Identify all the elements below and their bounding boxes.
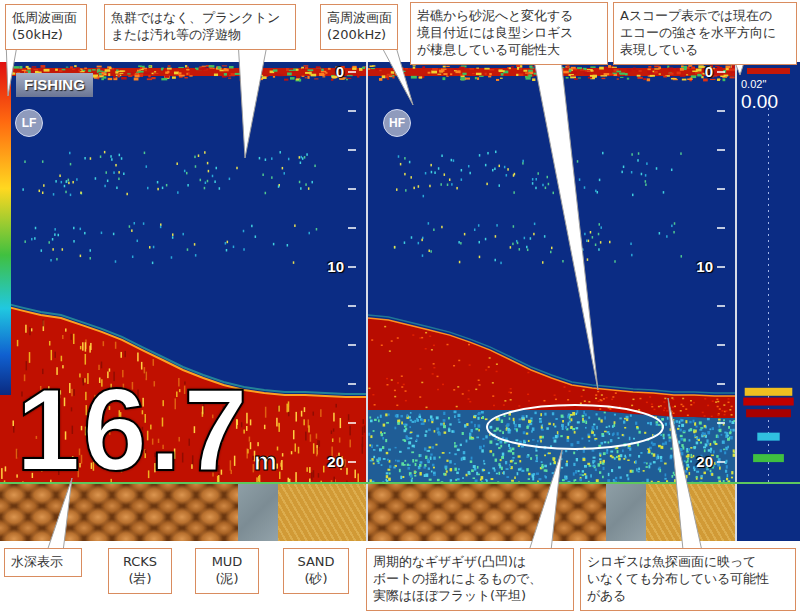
- callout-line: Aスコープ表示では現在の: [620, 8, 790, 25]
- rocks-segment: [368, 484, 606, 541]
- a-scope-axis: [768, 102, 769, 482]
- a-scope-surface: [747, 68, 790, 74]
- callout-line: 表現している: [620, 42, 790, 59]
- depth-value: 16.7: [16, 372, 250, 488]
- color-bar: [0, 62, 11, 395]
- callout-line: がある: [587, 588, 789, 605]
- callout: 水深表示: [4, 548, 82, 577]
- a-scope-value: 0.00: [741, 91, 778, 113]
- callout-line: 境目付近には良型シロギス: [417, 25, 601, 42]
- a-scope-panel: 0.02"0.00: [737, 62, 800, 482]
- callout-line: (50kHz): [12, 27, 80, 44]
- depth-scale-label: 10: [327, 258, 344, 276]
- a-scope-echo: [743, 398, 793, 406]
- a-scope-echo: [757, 433, 779, 441]
- mud-segment: [238, 484, 278, 541]
- frequency-badge: HF: [383, 109, 411, 137]
- bottom-texture: [1, 313, 365, 482]
- callout: SAND(砂): [283, 548, 349, 594]
- callout-line: 実際はほぼフラット(平坦): [373, 588, 567, 605]
- callout-line: (泥): [202, 571, 252, 588]
- callout-line: (砂): [290, 571, 342, 588]
- callout-line: いなくても分布している可能性: [587, 571, 789, 588]
- callout-pointer: [238, 40, 268, 158]
- callout: シロギスは魚探画面に映っていなくても分布している可能性がある: [580, 548, 796, 611]
- depth-scale-label: 20: [327, 453, 344, 471]
- depth-scale-label: 20: [696, 453, 713, 471]
- sand-segment: [646, 484, 735, 541]
- callout-line: (200kHz): [327, 27, 391, 44]
- a-scope-echo: [753, 454, 784, 462]
- callout-line: ボートの揺れによるもので、: [373, 571, 567, 588]
- bottom-edge: [368, 318, 735, 396]
- surface-noise: [368, 65, 735, 81]
- depth-scale-label: 0: [336, 63, 344, 81]
- a-scope-echo: [746, 409, 791, 417]
- callout-line: エコーの強さを水平方向に: [620, 25, 790, 42]
- depth-ticks: [348, 72, 356, 462]
- hf-panel: HF 0 10 20: [368, 62, 735, 482]
- sub-bottom-texture: [368, 410, 735, 482]
- a-scope-echo: [745, 388, 793, 396]
- bottom-type-strip: [0, 484, 800, 541]
- hf-bottom-strip: [368, 484, 735, 541]
- depth-scale-label: 0: [705, 63, 713, 81]
- callout-line: シロギスは魚探画面に映って: [587, 554, 789, 571]
- callout-line: SAND: [290, 554, 342, 571]
- bottom-fringe: [368, 315, 735, 393]
- a-scope-readings: 0.02"0.00: [737, 62, 800, 113]
- callout: 低周波画面(50kHz): [5, 4, 87, 50]
- callout-line: が棲息している可能性大: [417, 42, 601, 59]
- sand-segment: [278, 484, 366, 541]
- water: [368, 62, 735, 482]
- surface-echo: [368, 68, 735, 76]
- callout-line: 周期的なギザギザ(凸凹)は: [373, 554, 567, 571]
- callout: Aスコープ表示では現在のエコーの強さを水平方向に表現している: [613, 2, 797, 65]
- depth-unit: m: [254, 448, 277, 474]
- callout: 周期的なギザギザ(凸凹)はボートの揺れによるもので、実際はほぼフラット(平坦): [366, 548, 574, 611]
- callout-line: RCKS: [115, 554, 165, 571]
- mud-segment: [606, 484, 646, 541]
- callout-line: 高周波画面: [327, 10, 391, 27]
- callout-line: 魚群ではなく、プランクトン: [111, 10, 289, 27]
- callout-line: 水深表示: [11, 554, 75, 571]
- fishfinder-guide: FISHING LF 0 10 20 16.7m HF 0 10 20 0.02"0.00 低周波画面…: [0, 0, 800, 616]
- rocks-segment: [0, 484, 238, 541]
- plankton-echo: [22, 151, 317, 264]
- sonar-screen: FISHINGLF0102016.7mHF010200.02"0.00: [0, 62, 800, 484]
- callout-line: または汚れ等の浮遊物: [111, 27, 289, 44]
- callout-pointer: [526, 450, 562, 560]
- callout: 高周波画面(200kHz): [320, 4, 398, 50]
- callout: 岩礁から砂泥へと変化する境目付近には良型シロギスが棲息している可能性大: [410, 2, 608, 65]
- frequency-badge: LF: [15, 109, 43, 137]
- a-scope-canvas: [737, 62, 800, 482]
- sub-bottom-echo: [368, 410, 735, 482]
- callout: RCKS(岩): [108, 548, 172, 594]
- callout: 魚群ではなく、プランクトンまたは汚れ等の浮遊物: [104, 4, 296, 50]
- callout-line: MUD: [202, 554, 252, 571]
- plankton-echo: [394, 151, 682, 265]
- callout-line: 岩礁から砂泥へと変化する: [417, 8, 601, 25]
- callout-line: 低周波画面: [12, 10, 80, 27]
- depth-scale-label: 10: [696, 258, 713, 276]
- callout-line: (岩): [115, 571, 165, 588]
- depth-ticks: [717, 72, 725, 462]
- mode-label: FISHING: [16, 73, 93, 97]
- a-scope-range: 0.02": [741, 78, 766, 91]
- depth-readout: 16.7m: [16, 372, 277, 488]
- callout-pointer: [668, 398, 704, 560]
- a-scope-strip: [737, 484, 800, 541]
- lf-panel: FISHINGLF0102016.7m: [0, 62, 366, 482]
- highlight-ellipse: [487, 405, 663, 449]
- bottom-texture: [368, 326, 732, 417]
- lf-bottom-strip: [0, 484, 366, 541]
- callout-pointer: [532, 50, 598, 390]
- annotation-layer: [0, 0, 800, 616]
- callout: MUD(泥): [195, 548, 259, 594]
- bottom-echo: [368, 318, 735, 418]
- echo-canvas: [368, 62, 735, 482]
